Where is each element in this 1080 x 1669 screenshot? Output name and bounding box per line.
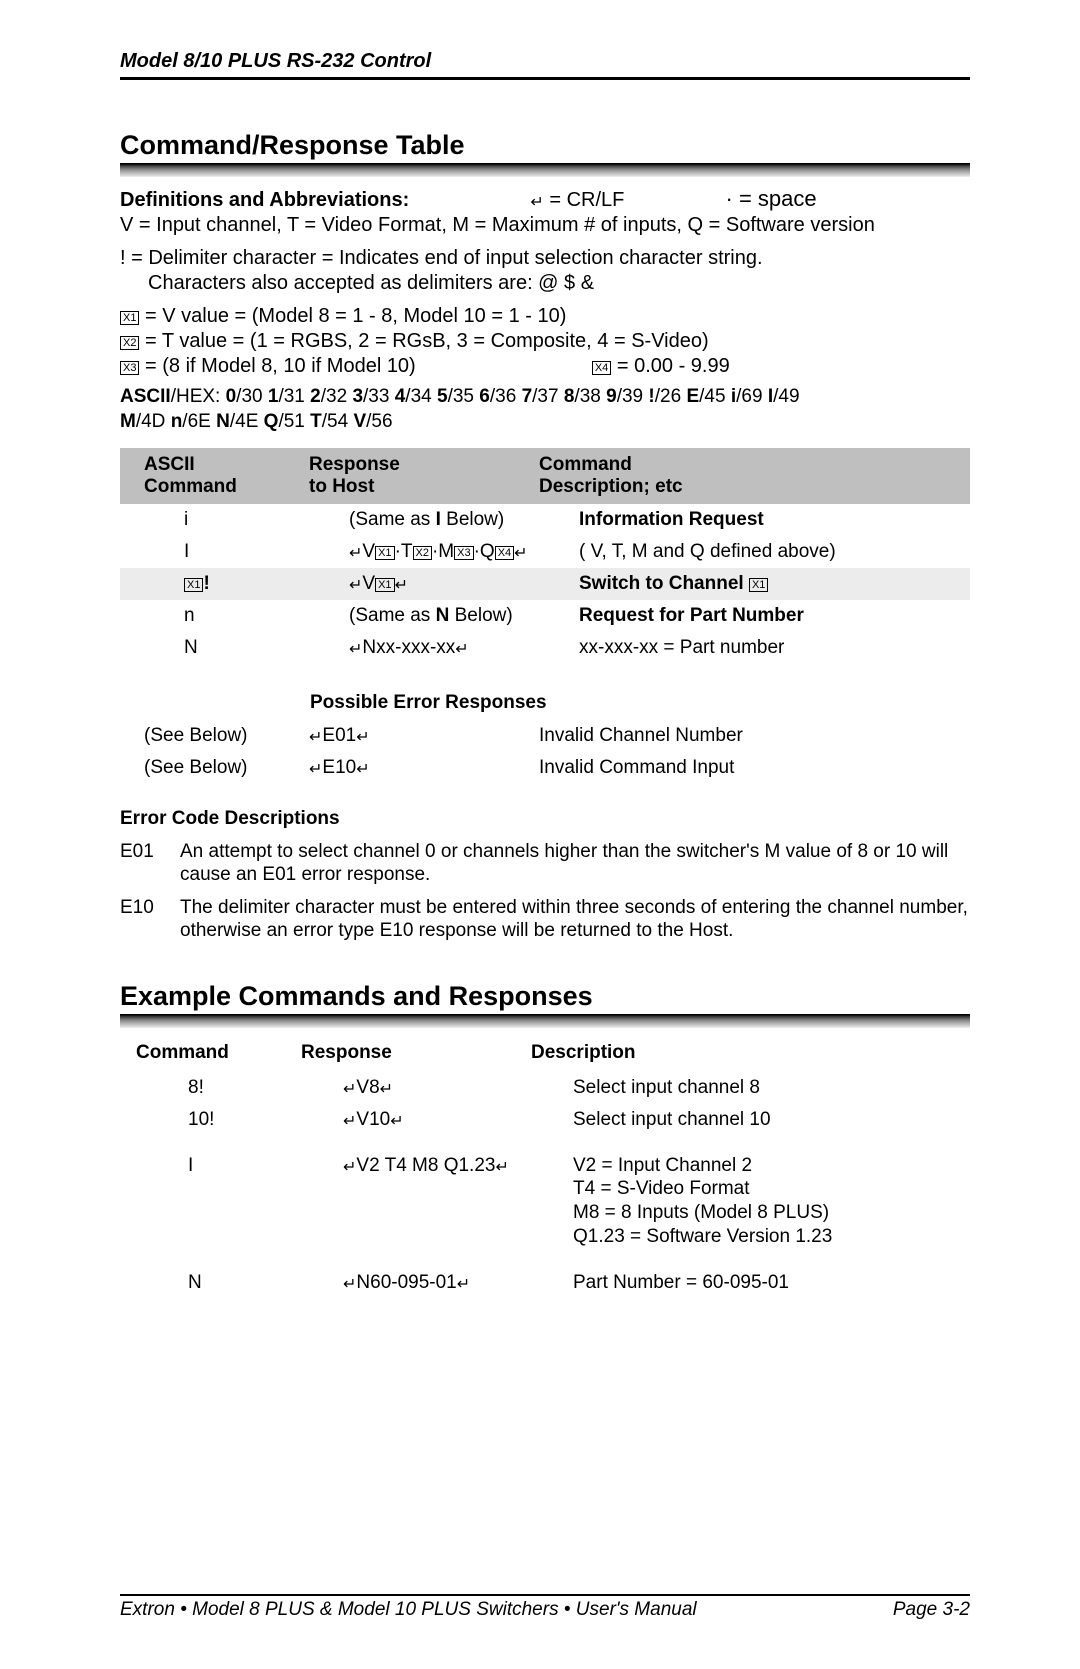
def-line-delimiter: ! = Delimiter character = Indicates end … xyxy=(120,246,970,271)
table-row: X1!↵VX1↵Switch to Channel X1 xyxy=(120,568,970,600)
x4-box: X4 xyxy=(592,361,611,375)
example-row: N↵N60-095-01↵Part Number = 60-095-01 xyxy=(120,1267,970,1299)
ex-th-desc: Description xyxy=(531,1042,960,1064)
section-rule xyxy=(120,163,970,177)
command-table: ASCII Command Response to Host Command D… xyxy=(120,448,970,784)
crlf-icon: ↵ xyxy=(530,193,543,213)
error-subhead: Possible Error Responses xyxy=(120,664,970,720)
table-row: n(Same as N Below)Request for Part Numbe… xyxy=(120,600,970,632)
section-title-examples: Example Commands and Responses xyxy=(120,981,970,1012)
th-desc: Description; etc xyxy=(539,476,683,497)
th-response: Response xyxy=(309,454,400,475)
error-code-heading: Error Code Descriptions xyxy=(120,808,970,830)
ascii-hex-block: ASCII/HEX: 0/30 1/31 2/32 3/33 4/34 5/35… xyxy=(120,385,970,434)
def-x1: X1 = V value = (Model 8 = 1 - 8, Model 1… xyxy=(120,304,970,329)
example-header: Command Response Description xyxy=(120,1038,970,1072)
error-code-row: E01An attempt to select channel 0 or cha… xyxy=(120,840,970,886)
definitions-label: Definitions and Abbreviations: xyxy=(120,189,409,211)
def-x3-x4: X3 = (8 if Model 8, 10 if Model 10) X4 =… xyxy=(120,354,970,379)
table-row: i(Same as I Below)Information Request xyxy=(120,504,970,536)
ex-th-command: Command xyxy=(136,1042,301,1064)
def-line-delimiter2: Characters also accepted as delimiters a… xyxy=(120,271,970,296)
x1-box: X1 xyxy=(120,311,139,325)
header-rule xyxy=(120,77,970,80)
section-title-command-response: Command/Response Table xyxy=(120,130,970,161)
error-row: (See Below)↵E10↵Invalid Command Input xyxy=(120,752,970,784)
th-command: Command xyxy=(144,476,237,497)
example-row: 10!↵V10↵Select input channel 10 xyxy=(120,1104,970,1136)
x3-box: X3 xyxy=(120,361,139,375)
crlf-legend: = CR/LF xyxy=(544,189,625,211)
table-row: N↵Nxx-xxx-xx↵xx-xxx-xx = Part number xyxy=(120,632,970,664)
th-ascii: ASCII xyxy=(144,454,195,475)
example-row: 8!↵V8↵Select input channel 8 xyxy=(120,1072,970,1104)
error-code-row: E10The delimiter character must be enter… xyxy=(120,896,970,942)
ex-th-response: Response xyxy=(301,1042,531,1064)
section-rule-2 xyxy=(120,1014,970,1028)
footer: Extron • Model 8 PLUS & Model 10 PLUS Sw… xyxy=(120,1594,970,1621)
th-command2: Command xyxy=(539,454,632,475)
running-header: Model 8/10 PLUS RS-232 Control xyxy=(120,50,970,77)
table-header: ASCII Command Response to Host Command D… xyxy=(120,448,970,504)
table-row: I↵VX1·TX2·MX3·QX4↵( V, T, M and Q define… xyxy=(120,536,970,568)
th-tohost: to Host xyxy=(309,476,374,497)
example-table: Command Response Description 8!↵V8↵Selec… xyxy=(120,1038,970,1299)
x2-box: X2 xyxy=(120,336,139,350)
def-x2: X2 = T value = (1 = RGBS, 2 = RGsB, 3 = … xyxy=(120,329,970,354)
error-row: (See Below)↵E01↵Invalid Channel Number xyxy=(120,720,970,752)
footer-right: Page 3-2 xyxy=(893,1599,970,1621)
definitions-block: Definitions and Abbreviations: ↵ = CR/LF… xyxy=(120,185,970,213)
page: Model 8/10 PLUS RS-232 Control Command/R… xyxy=(0,0,1080,1669)
example-row: I↵V2 T4 M8 Q1.23↵V2 = Input Channel 2T4 … xyxy=(120,1150,970,1253)
footer-left: Extron • Model 8 PLUS & Model 10 PLUS Sw… xyxy=(120,1599,697,1621)
space-legend: · = space xyxy=(726,186,817,211)
def-line-vtm: V = Input channel, T = Video Format, M =… xyxy=(120,213,970,238)
